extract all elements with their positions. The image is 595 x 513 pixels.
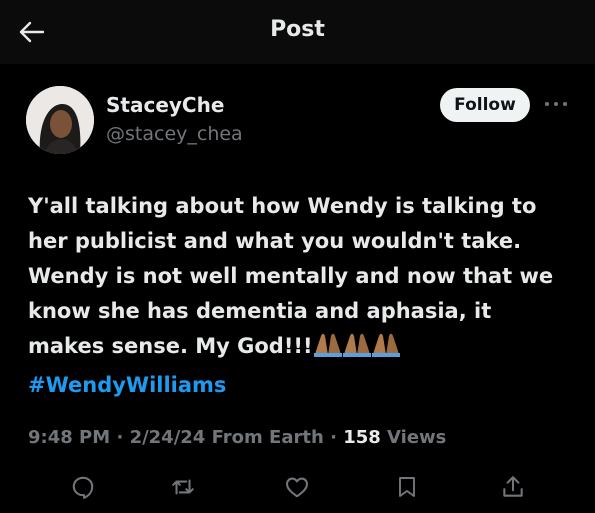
folded-hands-icon <box>371 331 400 368</box>
post-location: From Earth <box>211 427 324 448</box>
like-button[interactable] <box>282 472 312 502</box>
more-options-button[interactable] <box>540 94 572 114</box>
share-button[interactable] <box>498 472 528 502</box>
meta-separator: · <box>116 427 124 448</box>
folded-hands-icon <box>313 331 342 368</box>
more-horizontal-icon <box>545 102 567 106</box>
author-handle[interactable]: @stacey_chea <box>106 123 243 145</box>
post-body: Y'all talking about how Wendy is talking… <box>28 189 583 403</box>
author-display-name[interactable]: StaceyChe <box>106 93 224 117</box>
reply-icon <box>72 476 94 499</box>
bookmark-button[interactable] <box>392 472 422 502</box>
post-time[interactable]: 9:48 PM <box>28 427 110 448</box>
avatar[interactable] <box>26 86 94 154</box>
reply-button[interactable] <box>68 472 98 502</box>
page-title: Post <box>270 17 325 42</box>
post-date[interactable]: 2/24/24 <box>130 427 206 448</box>
repost-icon <box>172 479 194 495</box>
follow-button[interactable]: Follow <box>440 88 530 122</box>
post-text: Y'all talking about how Wendy is talking… <box>28 194 554 358</box>
share-icon <box>503 476 523 497</box>
views-label: Views <box>387 427 447 448</box>
like-icon <box>286 477 308 498</box>
folded-hands-icon <box>342 331 371 368</box>
profile-photo <box>26 86 94 154</box>
repost-button[interactable] <box>168 472 198 502</box>
post-meta: 9:48 PM · 2/24/24 From Earth · 158 Views <box>28 427 446 448</box>
bookmark-icon <box>399 477 415 497</box>
views-count[interactable]: 158 <box>343 427 381 448</box>
hashtag-link[interactable]: #WendyWilliams <box>28 368 583 403</box>
top-bar: Post <box>0 0 595 64</box>
meta-separator: · <box>330 427 337 448</box>
